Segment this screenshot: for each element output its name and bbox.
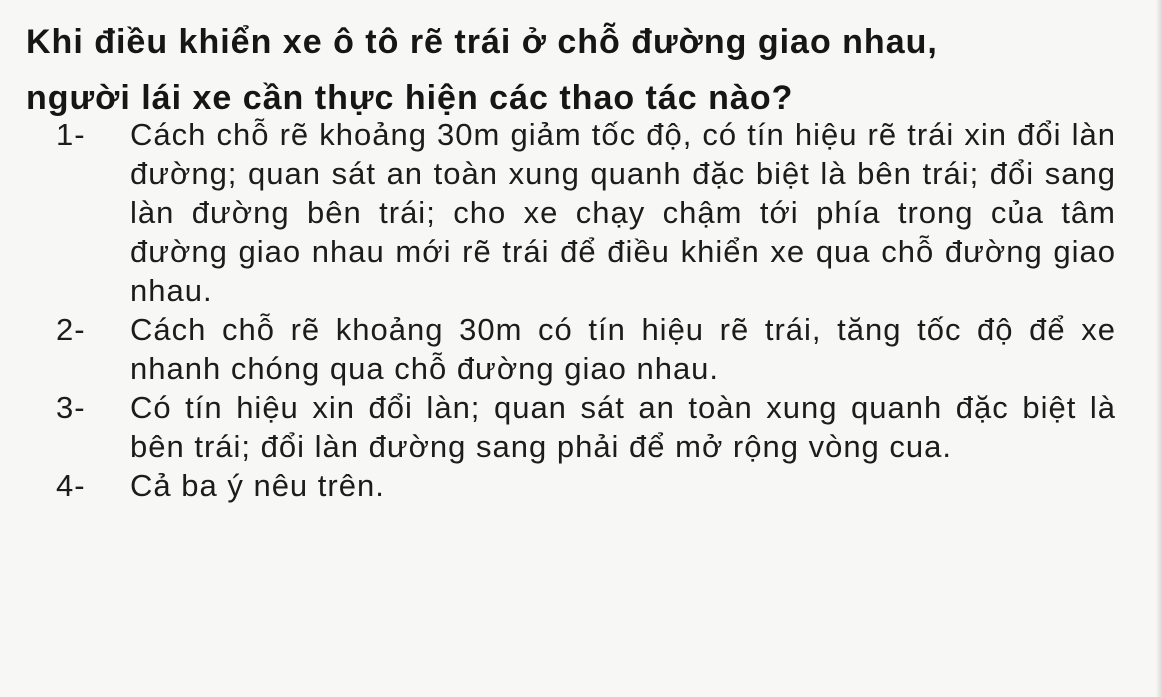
answer-text: Có tín hiệu xin đổi làn; quan sát an toà… [130,390,1116,464]
answer-text: Cách chỗ rẽ khoảng 30m có tín hiệu rẽ tr… [130,312,1116,386]
answer-option-3: 3- Có tín hiệu xin đổi làn; quan sát an … [56,388,1146,466]
question-line-1: Khi điều khiển xe ô tô rẽ trái ở chỗ đườ… [26,23,938,61]
answer-option-1: 1- Cách chỗ rẽ khoảng 30m giảm tốc độ, c… [56,115,1146,310]
question-line-2: người lái xe cần thực hiện các thao tác … [26,79,794,117]
answer-list: 1- Cách chỗ rẽ khoảng 30m giảm tốc độ, c… [56,115,1146,505]
answer-number: 2- [56,312,86,347]
answer-option-2: 2- Cách chỗ rẽ khoảng 30m có tín hiệu rẽ… [56,310,1146,388]
answer-text: Cả ba ý nêu trên. [130,468,385,503]
page-edge-divider [1156,0,1162,697]
answer-text: Cách chỗ rẽ khoảng 30m giảm tốc độ, có t… [130,117,1116,308]
answer-number: 4- [56,468,86,503]
answer-number: 1- [56,117,86,152]
question-heading: Khi điều khiển xe ô tô rẽ trái ở chỗ đườ… [26,14,1146,126]
question-card: Khi điều khiển xe ô tô rẽ trái ở chỗ đườ… [0,0,1162,697]
answer-option-4: 4- Cả ba ý nêu trên. [56,466,1146,505]
answer-number: 3- [56,390,86,425]
